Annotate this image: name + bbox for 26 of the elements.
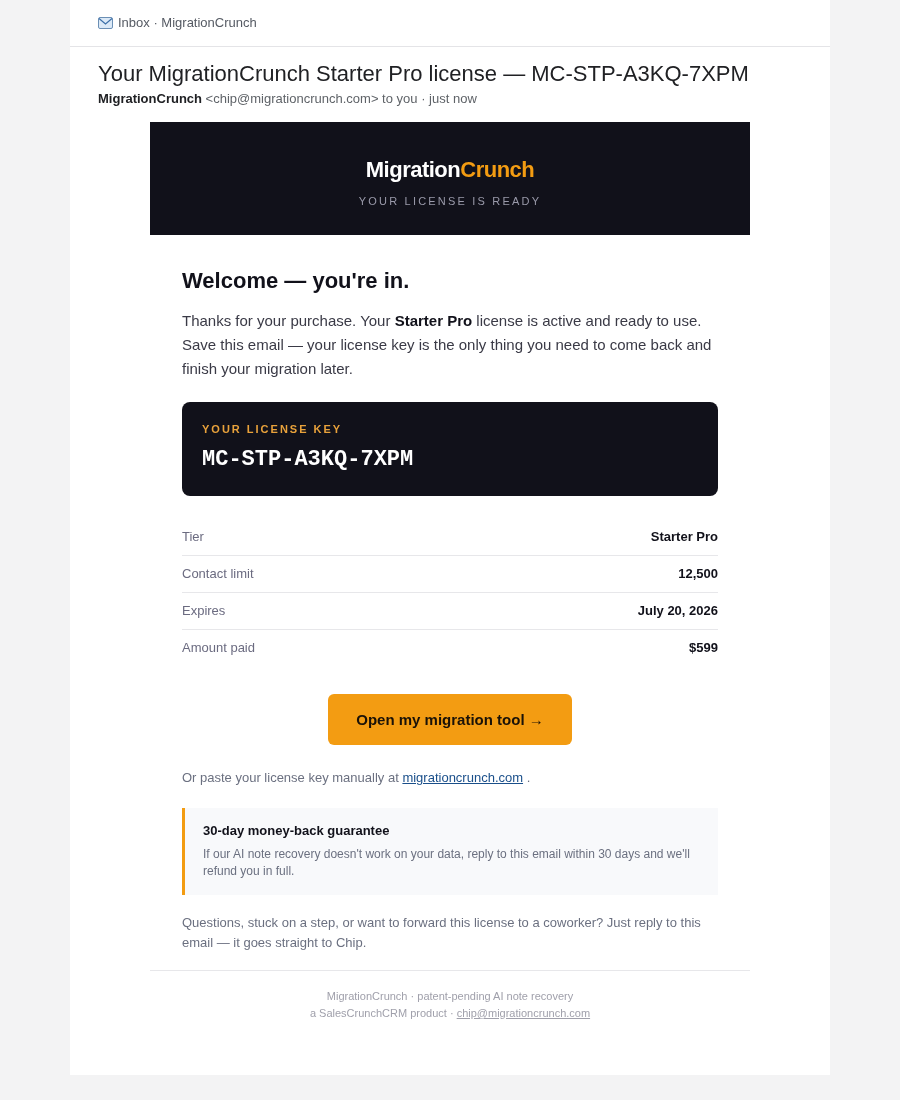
envelope-icon [98, 17, 113, 29]
welcome-heading: Welcome — you're in. [182, 267, 411, 295]
guarantee-title: 30-day money-back guarantee [203, 822, 391, 840]
breadcrumb: Inbox · MigrationCrunch [118, 15, 257, 31]
closing-text: Questions, stuck on a step, or want to forward this license to a coworker? Just reply to this email — it goes straight to Chip. [182, 914, 702, 952]
detail-value: 12,500 [678, 567, 718, 581]
license-key-label: YOUR LICENSE KEY [202, 422, 344, 436]
license-key: MC-STP-A3KQ-7XPM [202, 445, 698, 475]
detail-value: $599 [689, 641, 718, 655]
email-subject: Your MigrationCrunch Starter Pro license — MC-STP-A3KQ-7XPM [98, 60, 750, 88]
detail-value: Starter Pro [650, 530, 718, 544]
detail-label: Contact limit [182, 567, 254, 581]
footer-credit: a SalesCrunchCRM product · chip@migrationcrunch.com [308, 1006, 592, 1021]
banner-tagline: YOUR LICENSE IS READY [358, 193, 542, 208]
detail-label: Tier [182, 530, 204, 544]
brand-logo: MigrationCrunch [365, 155, 535, 184]
guarantee-text: If our AI note recovery doesn't work on your data, reply to this email within 30 days and we'll refund you in full. [203, 846, 691, 880]
detail-value: July 20, 2026 [637, 604, 718, 618]
manual-paste-text: Or paste your license key manually at migrationcrunch.com . [182, 769, 532, 787]
detail-label: Amount paid [182, 641, 255, 655]
website-link[interactable]: migrationcrunch.com [402, 770, 524, 785]
footer-tagline: MigrationCrunch · patent-pending AI note recovery [325, 989, 575, 1004]
open-tool-button[interactable]: Open my migration tool → [328, 694, 572, 745]
detail-label: Expires [182, 604, 226, 618]
welcome-text: Thanks for your purchase. Your Starter Pro license is active and ready to use. Save this email — your license key is the only thing you need to come back and finish your migration later. [182, 311, 713, 379]
sender-line: MigrationCrunch <chip@migrationcrunch.com> to you · just now [98, 90, 478, 107]
